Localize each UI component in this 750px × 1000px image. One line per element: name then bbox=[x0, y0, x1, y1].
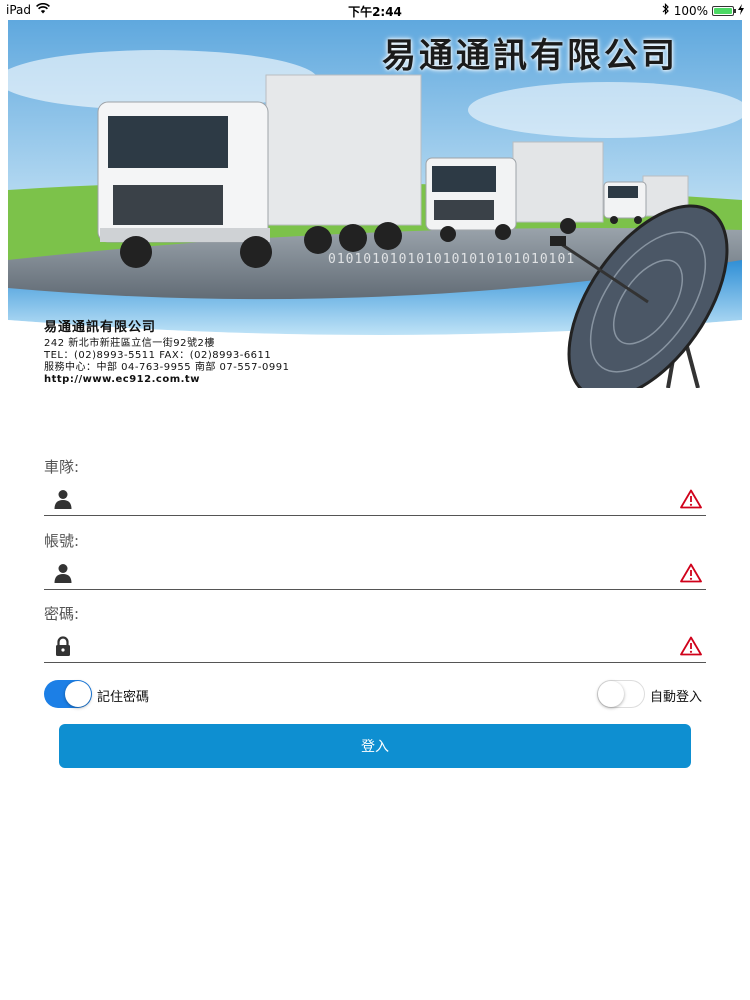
user-icon bbox=[54, 563, 72, 583]
account-field: 帳號: bbox=[44, 530, 706, 590]
account-input[interactable] bbox=[84, 559, 670, 587]
status-bar: iPad 下午2:44 100% bbox=[0, 0, 750, 20]
bluetooth-icon bbox=[662, 3, 670, 18]
fleet-field: 車隊: bbox=[44, 456, 706, 516]
status-time: 下午2:44 bbox=[348, 5, 402, 19]
account-input-row bbox=[44, 557, 706, 590]
account-label: 帳號: bbox=[44, 532, 80, 550]
company-website: http://www.ec912.com.tw bbox=[44, 374, 200, 385]
password-input[interactable] bbox=[84, 632, 670, 660]
binary-text: 0101010101010101010101010101 bbox=[328, 252, 576, 267]
fleet-input[interactable] bbox=[84, 485, 670, 513]
banner-title: 易通通訊有限公司 bbox=[382, 36, 678, 76]
lock-icon bbox=[54, 636, 72, 656]
warning-icon bbox=[680, 489, 702, 509]
password-label: 密碼: bbox=[44, 605, 80, 623]
status-bar-right: 100% bbox=[662, 3, 744, 18]
fleet-label: 車隊: bbox=[44, 458, 80, 476]
password-field: 密碼: bbox=[44, 603, 706, 663]
auto-login-toggle[interactable] bbox=[597, 680, 645, 708]
fleet-input-row bbox=[44, 483, 706, 516]
password-input-row bbox=[44, 630, 706, 663]
company-service: 服務中心：中部 04-763-9955 南部 07-557-0991 bbox=[44, 362, 290, 373]
company-phone: TEL：(02)8993-5511 FAX：(02)8993-6611 bbox=[44, 350, 272, 361]
company-name: 易通通訊有限公司 bbox=[44, 320, 157, 335]
warning-icon bbox=[680, 636, 702, 656]
company-address: 242 新北市新莊區立信一街92號2樓 bbox=[44, 338, 215, 349]
auto-login-label: 自動登入 bbox=[650, 690, 703, 705]
options-row: 記住密碼 自動登入 bbox=[44, 680, 706, 712]
toggle-knob bbox=[65, 681, 91, 707]
charging-icon bbox=[738, 3, 744, 18]
toggle-knob bbox=[598, 681, 624, 707]
company-banner: 易通通訊有限公司 0101010101010101010101010101 易通… bbox=[8, 20, 742, 388]
remember-password-toggle[interactable] bbox=[44, 680, 92, 708]
company-info: 易通通訊有限公司 242 新北市新莊區立信一街92號2樓 TEL：(02)899… bbox=[44, 316, 290, 386]
battery-icon bbox=[712, 5, 736, 16]
warning-icon bbox=[680, 563, 702, 583]
battery-percent: 100% bbox=[673, 3, 708, 18]
remember-password-label: 記住密碼 bbox=[97, 690, 150, 705]
login-button[interactable]: 登入 bbox=[59, 724, 691, 768]
user-icon bbox=[54, 489, 72, 509]
